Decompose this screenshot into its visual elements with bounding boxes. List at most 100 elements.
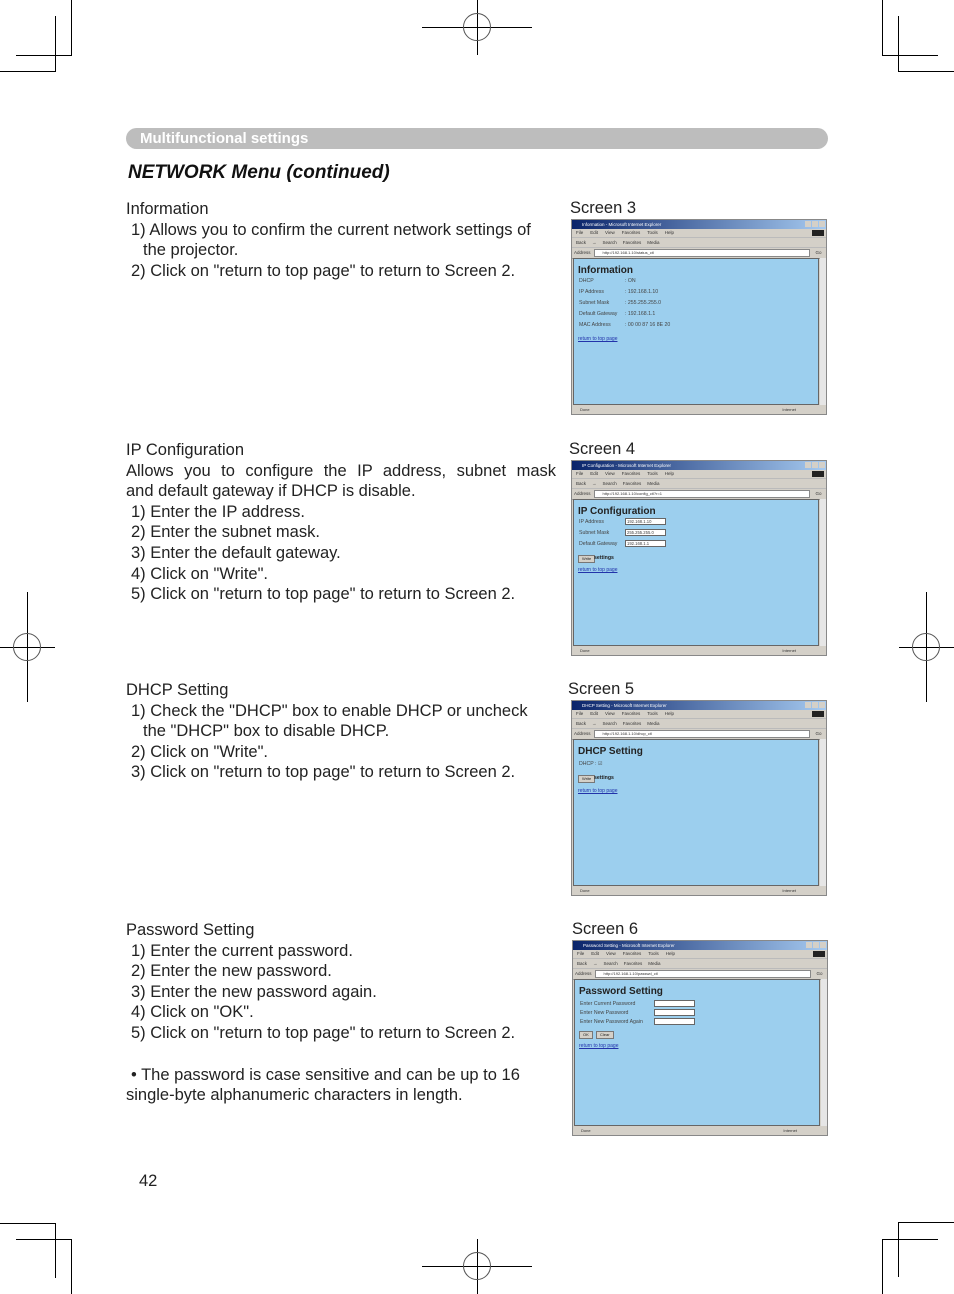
vertical-scrollbar[interactable] (820, 258, 826, 405)
toolbar-button[interactable]: Media (647, 721, 659, 726)
text-field[interactable]: 255.255.255.0 (625, 529, 666, 536)
menu-item[interactable]: Help (666, 951, 675, 956)
write-button[interactable]: Write (578, 555, 596, 563)
password-field[interactable] (654, 1000, 695, 1007)
page-content: DHCP Setting DHCP : ☑ Write settings return … (573, 739, 819, 886)
close-button[interactable] (820, 942, 826, 948)
menu-item[interactable]: Tools (647, 230, 658, 235)
clear-button[interactable]: Clear (596, 1031, 614, 1039)
browser-toolbar: Back → Search Favorites Media (572, 238, 826, 248)
address-input[interactable]: http://192.168.1.10/passwd_ctl (594, 970, 811, 978)
go-button[interactable]: Go (816, 489, 822, 499)
menu-item[interactable]: Edit (590, 711, 598, 716)
return-to-top-link[interactable]: return to top page (578, 567, 617, 573)
close-button[interactable] (819, 462, 825, 468)
toolbar-button[interactable]: Media (648, 961, 660, 966)
menu-item[interactable]: Tools (647, 711, 658, 716)
toolbar-button[interactable]: → (592, 721, 597, 726)
close-button[interactable] (819, 702, 825, 708)
window-titlebar: Information - Microsoft Internet Explore… (572, 220, 826, 229)
crop-mark (71, 0, 72, 55)
menu-item[interactable]: Help (665, 711, 674, 716)
status-bar: Done Internet (572, 647, 826, 655)
minimize-button[interactable] (805, 702, 811, 708)
write-button[interactable]: Write (578, 775, 596, 783)
vertical-scrollbar[interactable] (820, 739, 826, 886)
menu-item[interactable]: Tools (648, 951, 659, 956)
maximize-button[interactable] (812, 702, 818, 708)
toolbar-button[interactable]: Search (604, 961, 618, 966)
menu-item[interactable]: Edit (590, 471, 598, 476)
menu-item[interactable]: Edit (590, 230, 598, 235)
toolbar-button[interactable]: → (593, 961, 598, 966)
return-to-top-link[interactable]: return to top page (578, 788, 617, 794)
minimize-button[interactable] (806, 942, 812, 948)
toolbar-button[interactable]: Search (603, 481, 617, 486)
menu-item[interactable]: Help (665, 230, 674, 235)
address-input[interactable]: http://192.168.1.10/status_ctl (593, 249, 810, 257)
password-row: Enter New Password Again (580, 1018, 695, 1025)
toolbar-button[interactable]: → (592, 240, 597, 245)
return-to-top-link[interactable]: return to top page (578, 336, 617, 342)
menu-item[interactable]: View (605, 471, 615, 476)
window-title: IP Configuration - Microsoft Internet Ex… (582, 463, 671, 468)
menu-item[interactable]: View (605, 230, 615, 235)
menu-item[interactable]: Edit (591, 951, 599, 956)
settings-label: settings (594, 775, 614, 781)
menu-item[interactable]: File (576, 471, 583, 476)
text-field[interactable]: 192.168.1.1 (625, 540, 666, 547)
close-button[interactable] (819, 221, 825, 227)
menu-item[interactable]: Tools (647, 471, 658, 476)
toolbar-button[interactable]: Back (577, 961, 587, 966)
password-field[interactable] (654, 1009, 695, 1016)
maximize-button[interactable] (812, 462, 818, 468)
step-text: 2) Click on "Write". (131, 742, 269, 761)
step-text: 1) Enter the current password. (131, 941, 353, 960)
toolbar-button[interactable]: Back (576, 721, 586, 726)
maximize-button[interactable] (813, 942, 819, 948)
browser-toolbar: Back → Search Favorites Media (573, 959, 827, 969)
minimize-button[interactable] (805, 221, 811, 227)
text-field[interactable]: 192.168.1.10 (625, 518, 666, 525)
password-section: Password Setting 1) Enter the current pa… (126, 920, 556, 1106)
toolbar-button[interactable]: Favorites (623, 240, 642, 245)
menu-item[interactable]: Favorites (622, 471, 641, 476)
menu-item[interactable]: File (576, 230, 583, 235)
go-button[interactable]: Go (816, 248, 822, 258)
info-row: MAC Address: 00 00 87 16 8E 20 (579, 322, 670, 328)
toolbar-button[interactable]: Favorites (624, 961, 643, 966)
menu-item[interactable]: View (605, 711, 615, 716)
go-button[interactable]: Go (817, 969, 823, 979)
toolbar-button[interactable]: → (592, 481, 597, 486)
section-heading: Information (126, 200, 209, 218)
ok-button[interactable]: OK (579, 1031, 593, 1039)
dhcp-checkbox[interactable]: ☑ (597, 761, 603, 767)
menu-item[interactable]: Help (665, 471, 674, 476)
menu-item[interactable]: File (577, 951, 584, 956)
section-heading: Password Setting (126, 921, 255, 939)
toolbar-button[interactable]: Favorites (623, 721, 642, 726)
step-text: 3) Click on "return to top page" to retu… (131, 763, 516, 782)
go-button[interactable]: Go (816, 729, 822, 739)
minimize-button[interactable] (805, 462, 811, 468)
password-field[interactable] (654, 1018, 695, 1025)
address-input[interactable]: http://192.168.1.10/dhcp_ctl (593, 730, 810, 738)
vertical-scrollbar[interactable] (820, 499, 826, 646)
address-input[interactable]: http://192.168.1.10/config_ctl?r=1 (593, 490, 810, 498)
return-to-top-link[interactable]: return to top page (579, 1043, 618, 1049)
toolbar-button[interactable]: Favorites (623, 481, 642, 486)
maximize-button[interactable] (812, 221, 818, 227)
menu-item[interactable]: File (576, 711, 583, 716)
menu-item[interactable]: Favorites (623, 951, 642, 956)
crop-mark (898, 16, 899, 71)
menu-item[interactable]: View (606, 951, 616, 956)
toolbar-button[interactable]: Back (576, 240, 586, 245)
toolbar-button[interactable]: Media (647, 240, 659, 245)
toolbar-button[interactable]: Back (576, 481, 586, 486)
vertical-scrollbar[interactable] (821, 979, 827, 1126)
toolbar-button[interactable]: Search (603, 240, 617, 245)
toolbar-button[interactable]: Media (647, 481, 659, 486)
menu-item[interactable]: Favorites (622, 711, 641, 716)
menu-item[interactable]: Favorites (622, 230, 641, 235)
toolbar-button[interactable]: Search (603, 721, 617, 726)
